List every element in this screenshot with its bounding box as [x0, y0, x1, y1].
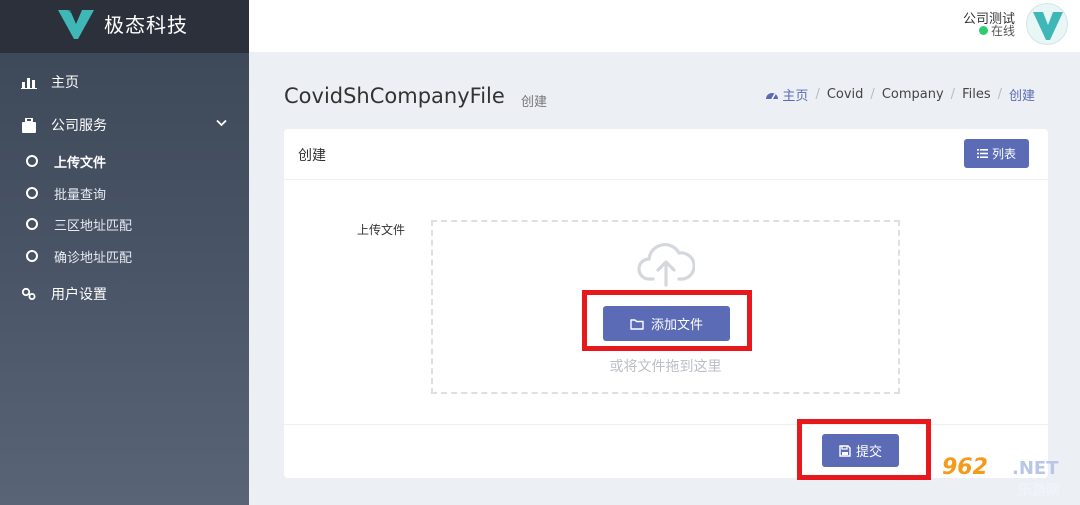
brand-logo-icon — [1033, 12, 1063, 40]
sidebar-item-home[interactable]: 主页 — [0, 67, 249, 97]
upload-field-label: 上传文件 — [357, 223, 406, 237]
user-status: 在线 — [978, 22, 1015, 39]
highlight-box-add-file — [582, 290, 752, 351]
watermark-site: 乐游网 — [1018, 483, 1060, 499]
sidebar: 极态科技 主页 公司服务 上传文件 批量查询 三区地址匹配 确诊地址匹配 用户设… — [0, 0, 249, 505]
top-header: 公司测试 在线 — [249, 0, 1080, 52]
card-title: 创建 — [298, 148, 326, 164]
page-title: CovidShCompanyFile — [284, 84, 505, 108]
users-gear-icon — [20, 285, 38, 303]
cloud-upload-icon — [637, 243, 695, 287]
circle-icon — [26, 187, 38, 199]
logo-bar: 极态科技 — [0, 0, 249, 53]
user-status-text: 在线 — [990, 24, 1015, 38]
dashboard-icon — [766, 92, 779, 99]
list-icon — [976, 149, 988, 158]
breadcrumb-current: 创建 — [1008, 89, 1035, 104]
breadcrumb-home[interactable]: 主页 — [765, 85, 808, 104]
breadcrumb: 主页 / Covid / Company / Files / 创建 — [765, 85, 1035, 104]
highlight-box-submit — [797, 419, 931, 480]
sidebar-subitem-district-address-match[interactable]: 三区地址匹配 — [0, 211, 249, 237]
page-subtitle: 创建 — [521, 95, 548, 110]
card-header: 创建 列表 — [284, 129, 1048, 180]
sidebar-subitem-upload-file[interactable]: 上传文件 — [0, 148, 249, 174]
bar-chart-icon — [20, 73, 38, 91]
sidebar-item-label: 用户设置 — [51, 287, 107, 303]
breadcrumb-item[interactable]: Company — [882, 87, 944, 102]
watermark-number: 962 — [942, 455, 988, 480]
brand-logo-icon — [58, 10, 94, 39]
watermark-suffix: .NET — [1012, 458, 1059, 479]
sidebar-item-company-services[interactable]: 公司服务 — [0, 110, 249, 140]
circle-icon — [26, 155, 38, 167]
circle-icon — [26, 250, 38, 262]
sidebar-subitem-batch-query[interactable]: 批量查询 — [0, 180, 249, 206]
drop-hint: 或将文件拖到这里 — [609, 359, 722, 375]
site-watermark: 962 .NET 乐游网 — [942, 455, 1074, 501]
sidebar-subitem-label: 上传文件 — [54, 155, 107, 171]
sidebar-subitem-label: 三区地址匹配 — [54, 218, 133, 234]
circle-icon — [26, 218, 38, 230]
sidebar-subitem-confirmed-address-match[interactable]: 确诊地址匹配 — [0, 243, 249, 269]
sidebar-item-label: 公司服务 — [51, 118, 107, 134]
avatar[interactable] — [1026, 3, 1068, 45]
briefcase-icon — [20, 116, 38, 134]
list-button[interactable]: 列表 — [964, 139, 1029, 168]
sidebar-item-user-settings[interactable]: 用户设置 — [0, 279, 249, 309]
sidebar-subitem-label: 确诊地址匹配 — [54, 250, 133, 266]
card-footer-divider — [284, 424, 1048, 425]
breadcrumb-item[interactable]: Covid — [827, 87, 864, 102]
sidebar-item-label: 主页 — [51, 75, 79, 91]
online-dot-icon — [978, 26, 988, 35]
sidebar-subitem-label: 批量查询 — [54, 187, 107, 203]
breadcrumb-item[interactable]: Files — [962, 87, 991, 102]
brand-name: 极态科技 — [104, 13, 188, 37]
chevron-down-icon[interactable] — [216, 119, 227, 127]
